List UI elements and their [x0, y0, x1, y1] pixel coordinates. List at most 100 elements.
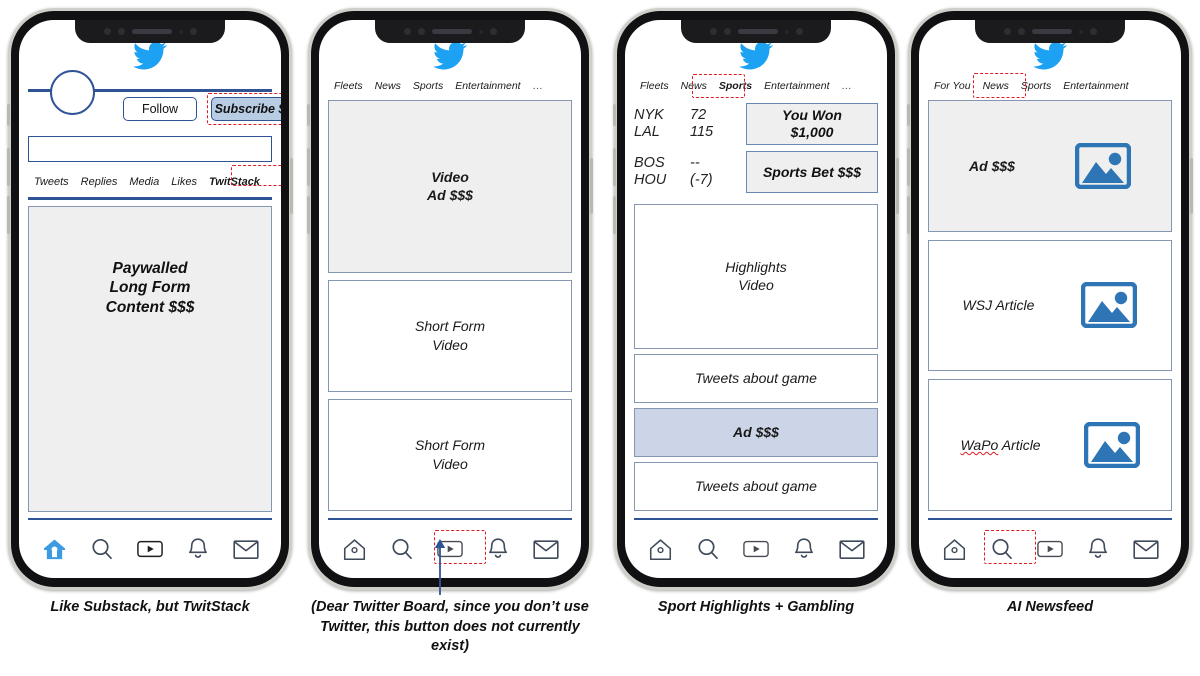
feed-card-tweets-about-game-1[interactable]: Tweets about game: [634, 353, 878, 403]
bell-icon: [1089, 538, 1107, 558]
nav-search-button[interactable]: [82, 532, 122, 566]
follow-button[interactable]: Follow: [123, 97, 197, 121]
feed-tab-more[interactable]: …: [837, 77, 859, 95]
sensor-dot-icon: [117, 28, 125, 35]
bottom-nav-bar: [928, 520, 1172, 578]
feed-tab-fleets[interactable]: Fleets: [635, 77, 674, 95]
phone-side-button-volume-down: [907, 196, 910, 234]
profile-tab-media[interactable]: Media: [123, 174, 165, 190]
feed-card-video-ad[interactable]: Video Ad $$$: [328, 100, 572, 273]
phone-frame-3: Fleets News Sports Entertainment … NYK L…: [613, 8, 899, 590]
earpiece-speaker: [1031, 29, 1072, 34]
phone-side-button-volume-down: [7, 196, 10, 234]
nav-home-button[interactable]: [640, 532, 680, 566]
earpiece-speaker: [431, 29, 472, 34]
home-icon: [43, 538, 65, 559]
feed-tab-more[interactable]: …: [528, 77, 550, 95]
feed-tab-entertainment[interactable]: Entertainment: [759, 77, 834, 95]
score-values: -- (-7): [690, 155, 746, 189]
profile-tab-likes[interactable]: Likes: [165, 174, 203, 190]
nav-messages-button[interactable]: [832, 532, 872, 566]
sensor-dot-icon: [417, 28, 425, 35]
phone-notch: [375, 20, 525, 43]
profile-search-input[interactable]: [28, 136, 272, 162]
feed-tab-sports[interactable]: Sports: [1016, 77, 1056, 95]
phone-column-sports: Fleets News Sports Entertainment … NYK L…: [606, 0, 906, 676]
light-sensor-icon: [1078, 29, 1083, 34]
nav-search-button[interactable]: [688, 532, 728, 566]
article-card-wapo[interactable]: WaPo Article: [928, 379, 1172, 511]
profile-tab-tweets[interactable]: Tweets: [28, 174, 75, 190]
nav-video-button[interactable]: [1030, 532, 1070, 566]
score-team-away: BOS: [634, 154, 665, 171]
feed-card-short-form-video-1[interactable]: Short Form Video: [328, 279, 572, 392]
article-list: Ad $$$ WSJ Article WaPo Article: [928, 98, 1172, 518]
article-label: Ad $$$: [969, 157, 1015, 174]
nav-notifications-button[interactable]: [478, 532, 518, 566]
sports-bet-badge[interactable]: Sports Bet $$$: [746, 151, 878, 193]
feed-tab-entertainment[interactable]: Entertainment: [450, 77, 525, 95]
profile-tab-twitstack[interactable]: TwitStack: [203, 174, 266, 190]
nav-messages-button[interactable]: [1126, 532, 1166, 566]
phone-side-button-power: [590, 158, 593, 214]
feed-tab-news[interactable]: News: [676, 77, 712, 95]
feed-tab-entertainment[interactable]: Entertainment: [1058, 77, 1133, 95]
phone-screen-4: For You News Sports Entertainment Ad $$$: [919, 20, 1181, 578]
bet-result-badge[interactable]: You Won $1,000: [746, 103, 878, 145]
feed-tab-for-you[interactable]: For You: [929, 77, 976, 95]
score-row[interactable]: NYK LAL 72 115 You Won $1,000: [634, 100, 878, 148]
phone-frame-1: Follow Subscribe $ Tweets Replies Media …: [7, 8, 293, 590]
nav-notifications-button[interactable]: [178, 532, 218, 566]
nav-notifications-button[interactable]: [1078, 532, 1118, 566]
feed-tab-fleets[interactable]: Fleets: [329, 77, 368, 95]
search-icon: [392, 538, 412, 560]
phone-screen-1: Follow Subscribe $ Tweets Replies Media …: [19, 20, 281, 578]
scoreboard: NYK LAL 72 115 You Won $1,000 BOS HOU --…: [634, 98, 878, 196]
score-team-names: BOS HOU: [634, 155, 690, 189]
phone-side-button-volume-up: [613, 148, 616, 186]
phone-side-button-volume-down: [613, 196, 616, 234]
nav-video-button[interactable]: [736, 532, 776, 566]
subscribe-button[interactable]: Subscribe $: [211, 97, 281, 121]
nav-home-button[interactable]: [334, 532, 374, 566]
feed-card-tweets-about-game-2[interactable]: Tweets about game: [634, 461, 878, 511]
article-card-wsj[interactable]: WSJ Article: [928, 239, 1172, 371]
search-icon: [992, 538, 1012, 560]
annotation-arrow: [433, 537, 447, 595]
nav-notifications-button[interactable]: [784, 532, 824, 566]
front-camera-icon: [795, 28, 803, 35]
avatar[interactable]: [50, 70, 95, 115]
phone-side-button-mute: [7, 104, 10, 126]
camera-dot-icon: [709, 28, 717, 35]
nav-search-button[interactable]: [382, 532, 422, 566]
feed-card-highlights-video[interactable]: Highlights Video: [634, 204, 878, 349]
bottom-nav-bar: [634, 520, 878, 578]
twitter-bird-icon: [1033, 41, 1067, 70]
profile-tab-replies[interactable]: Replies: [75, 174, 124, 190]
paywalled-content-card[interactable]: Paywalled Long Form Content $$$: [28, 206, 272, 512]
nav-messages-button[interactable]: [226, 532, 266, 566]
nav-video-button[interactable]: [130, 532, 170, 566]
nav-messages-button[interactable]: [526, 532, 566, 566]
profile-header: Follow Subscribe $: [28, 70, 281, 132]
feed-card-short-form-video-2[interactable]: Short Form Video: [328, 398, 572, 511]
feed-card-ad[interactable]: Ad $$$: [634, 407, 878, 457]
phone-screen-2: Fleets News Sports Entertainment … Video…: [319, 20, 581, 578]
feed-tab-news[interactable]: News: [978, 77, 1014, 95]
envelope-icon: [233, 539, 259, 559]
envelope-icon: [533, 539, 559, 559]
score-row[interactable]: BOS HOU -- (-7) Sports Bet $$$: [634, 148, 878, 196]
earpiece-speaker: [131, 29, 172, 34]
nav-search-button[interactable]: [982, 532, 1022, 566]
feed-tab-sports[interactable]: Sports: [408, 77, 448, 95]
feed-tab-sports[interactable]: Sports: [714, 77, 757, 95]
light-sensor-icon: [478, 29, 483, 34]
nav-home-button[interactable]: [934, 532, 974, 566]
article-card-ad[interactable]: Ad $$$: [928, 100, 1172, 232]
arrow-up-icon: [434, 539, 446, 595]
home-icon: [649, 538, 671, 560]
phone-notch: [681, 20, 831, 43]
feed-tab-news[interactable]: News: [370, 77, 406, 95]
nav-home-button[interactable]: [34, 532, 74, 566]
score-team-names: NYK LAL: [634, 107, 690, 141]
